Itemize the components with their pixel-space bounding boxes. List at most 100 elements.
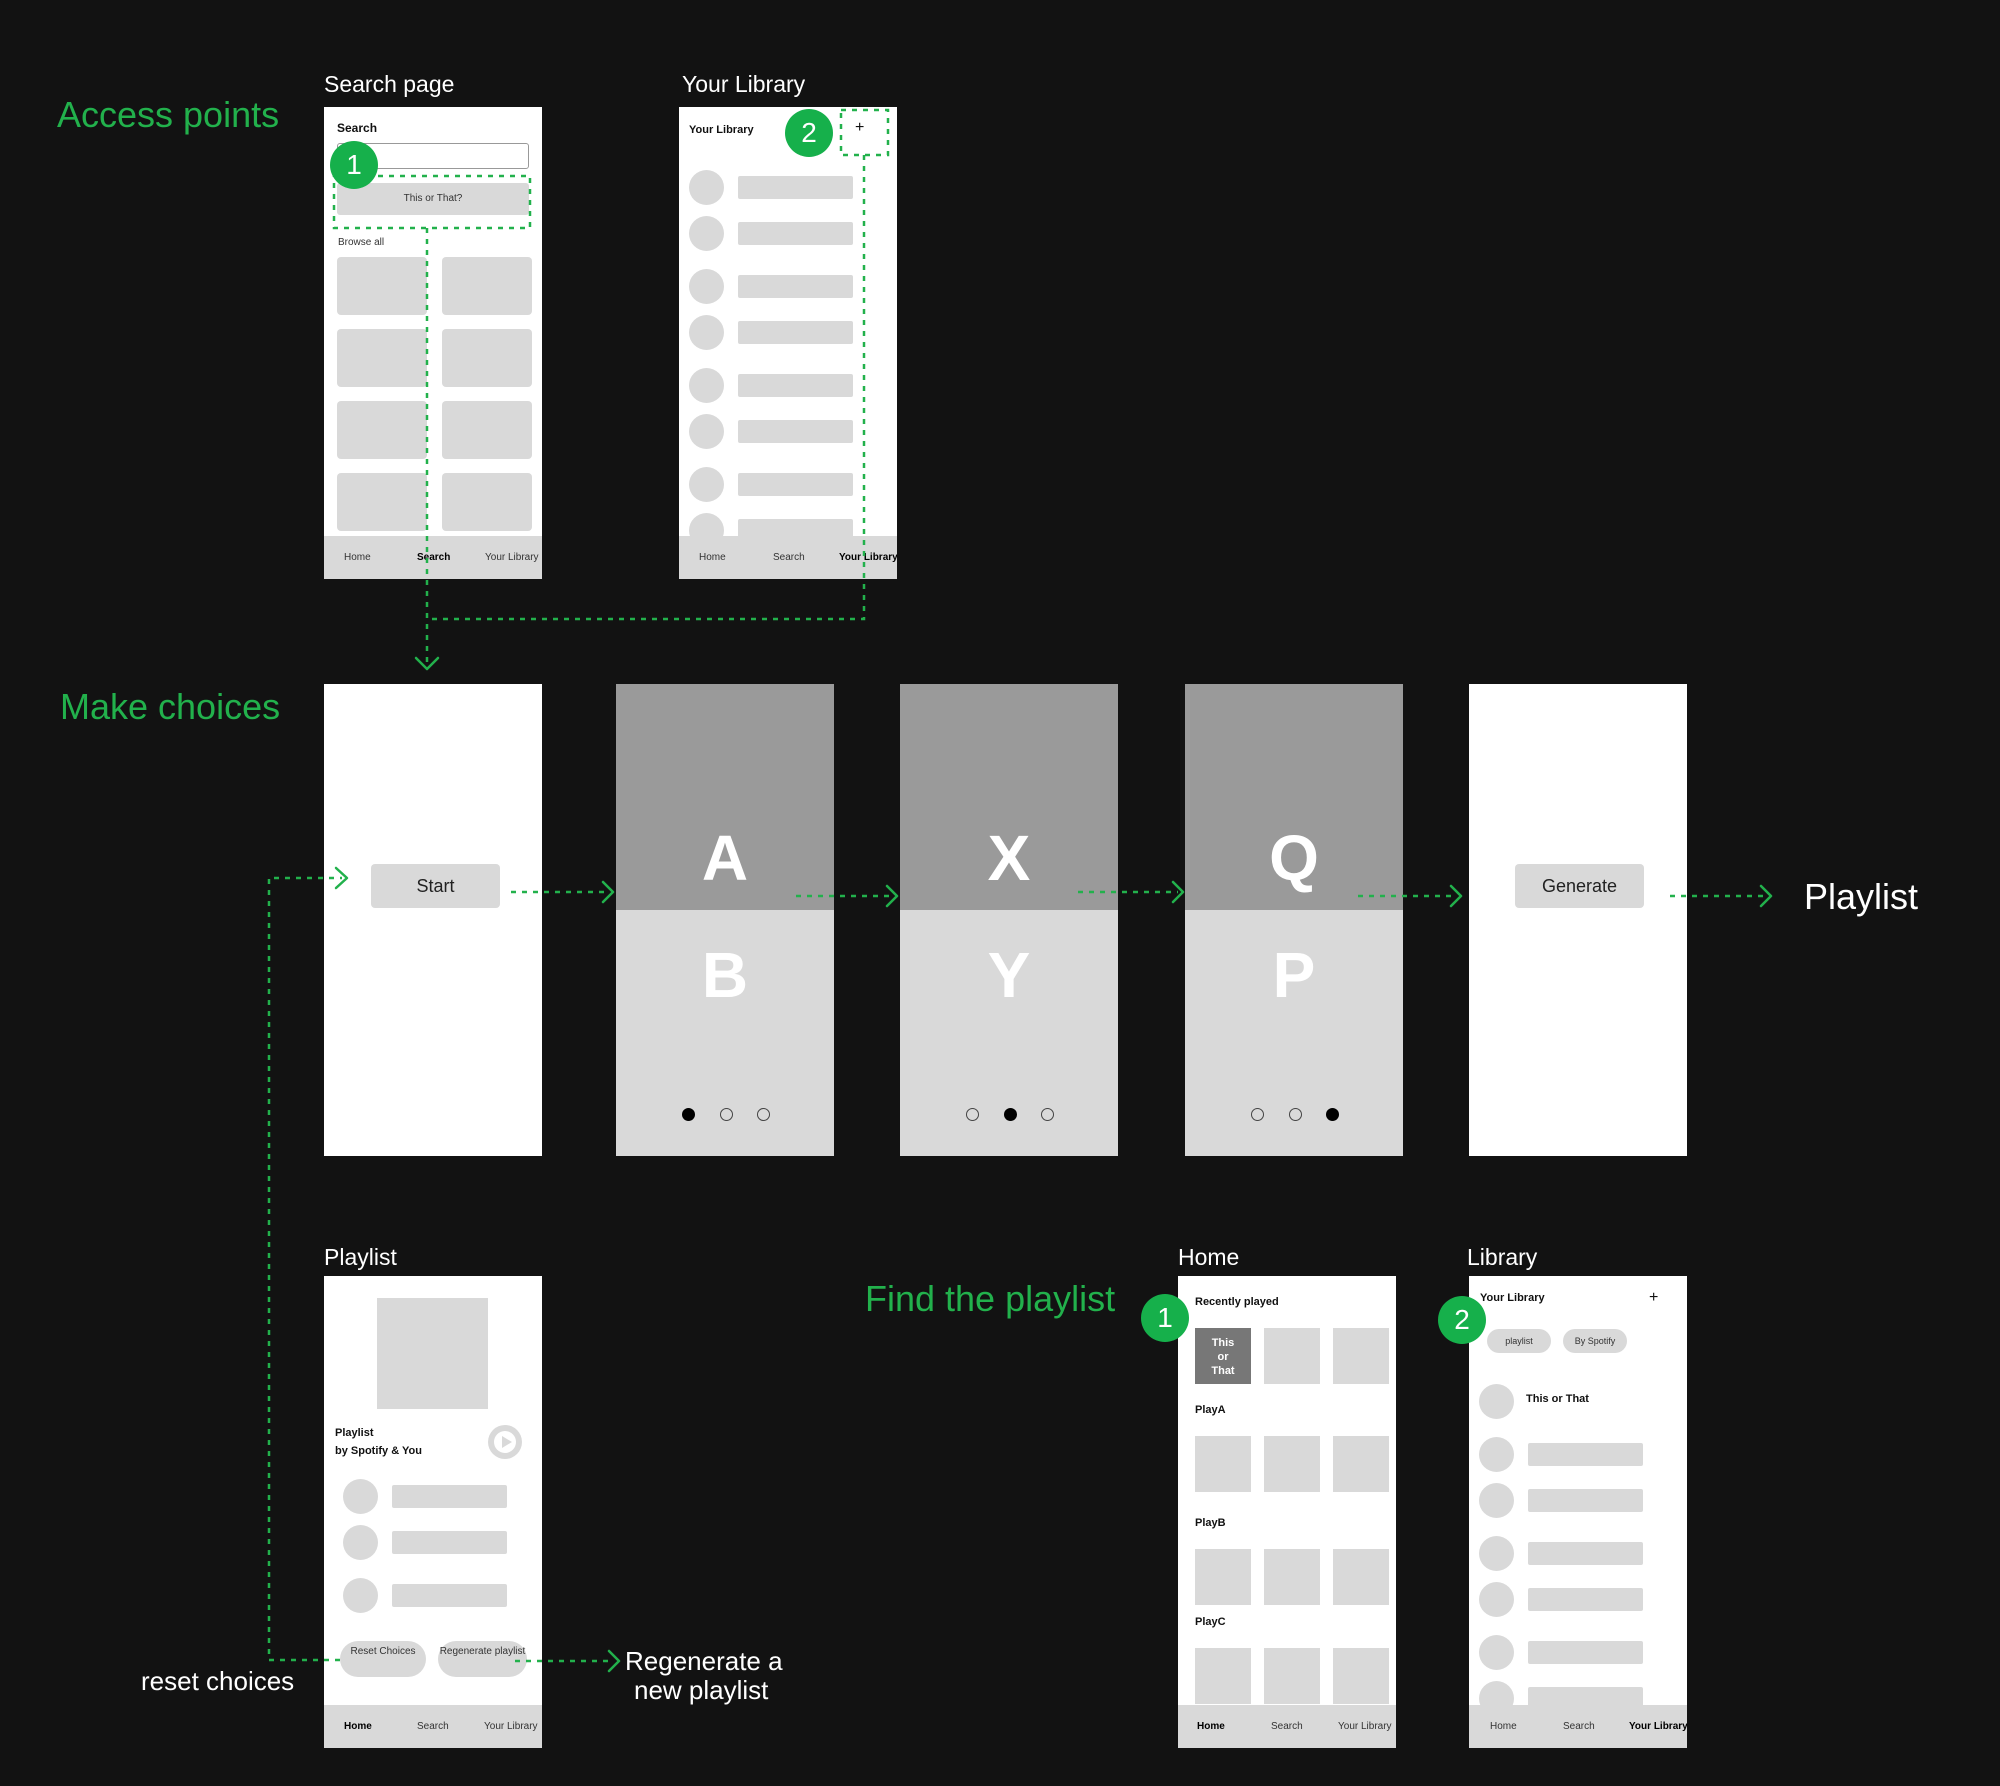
progress-dot xyxy=(966,1108,979,1121)
reset-choices-button[interactable]: Reset Choices xyxy=(340,1641,426,1677)
play-b-tile[interactable] xyxy=(1195,1549,1251,1605)
section-title-make-choices: Make choices xyxy=(60,686,281,727)
find-playlist-badge-1: 1 xyxy=(1141,1294,1189,1342)
track-avatar xyxy=(343,1525,378,1560)
library-screen: Your Library + playlist By Spotify This … xyxy=(1469,1276,1687,1748)
nav-search[interactable]: Search xyxy=(1563,1721,1595,1732)
nav-home[interactable]: Home xyxy=(1490,1721,1517,1732)
track-item xyxy=(392,1584,507,1607)
browse-tile[interactable] xyxy=(337,329,427,387)
browse-tile[interactable] xyxy=(442,401,532,459)
list-avatar xyxy=(689,216,724,251)
play-c-tile[interactable] xyxy=(1333,1648,1389,1704)
play-a-tile[interactable] xyxy=(1333,1436,1389,1492)
nav-home[interactable]: Home xyxy=(344,1721,372,1732)
nav-your-library[interactable]: Your Library xyxy=(1629,1721,1687,1732)
progress-dot xyxy=(757,1108,770,1121)
nav-home[interactable]: Home xyxy=(344,552,371,563)
browse-tile[interactable] xyxy=(337,257,427,315)
progress-dot xyxy=(1251,1108,1264,1121)
regenerate-playlist-button[interactable]: Regenerate playlist xyxy=(438,1641,527,1677)
access-point-badge-1: 1 xyxy=(330,141,378,189)
choice-screen-3: Q P xyxy=(1185,684,1403,1156)
browse-tile[interactable] xyxy=(442,473,532,531)
bottom-nav: Home Search Your Library xyxy=(1178,1705,1396,1748)
nav-your-library[interactable]: Your Library xyxy=(839,552,897,563)
nav-search[interactable]: Search xyxy=(1271,1721,1303,1732)
nav-your-library[interactable]: Your Library xyxy=(484,1721,538,1732)
list-item xyxy=(738,473,853,496)
playlist-cover xyxy=(377,1298,488,1409)
list-avatar xyxy=(689,315,724,350)
arrowhead-q xyxy=(1171,880,1185,904)
progress-dot-active xyxy=(1326,1108,1339,1121)
choice-screen-1: A B xyxy=(616,684,834,1156)
list-avatar xyxy=(1479,1437,1514,1472)
list-avatar xyxy=(689,170,724,205)
recent-tile[interactable] xyxy=(1264,1328,1320,1384)
home-screen: Recently played This or That PlayA PlayB… xyxy=(1178,1276,1396,1748)
this-or-that-item[interactable]: This or That xyxy=(1526,1393,1589,1405)
add-plus-icon[interactable]: + xyxy=(855,119,864,137)
filter-chip-by-spotify[interactable]: By Spotify xyxy=(1563,1329,1627,1353)
nav-your-library[interactable]: Your Library xyxy=(1338,1721,1392,1732)
start-button[interactable]: Start xyxy=(371,864,500,908)
list-avatar xyxy=(1479,1384,1514,1419)
list-avatar xyxy=(689,467,724,502)
choice-top-letter: Q xyxy=(1269,822,1319,894)
play-b-tile[interactable] xyxy=(1264,1549,1320,1605)
bottom-nav: Home Search Your Library xyxy=(679,536,897,579)
nav-search[interactable]: Search xyxy=(417,552,450,563)
nav-search[interactable]: Search xyxy=(773,552,805,563)
progress-dot-active xyxy=(682,1108,695,1121)
play-c-tile[interactable] xyxy=(1195,1648,1251,1704)
section-title-find-playlist: Find the playlist xyxy=(865,1278,1116,1319)
regenerate-note-line1: Regenerate a xyxy=(625,1646,783,1676)
label-search-page: Search page xyxy=(324,71,455,97)
play-a-tile[interactable] xyxy=(1264,1436,1320,1492)
list-item xyxy=(738,420,853,443)
add-plus-icon[interactable]: + xyxy=(1649,1289,1658,1307)
browse-tile[interactable] xyxy=(337,473,427,531)
generate-screen: Generate xyxy=(1469,684,1687,1156)
this-or-that-tile[interactable]: This or That xyxy=(1195,1328,1251,1384)
play-a-tile[interactable] xyxy=(1195,1436,1251,1492)
bottom-nav: Home Search Your Library xyxy=(324,536,542,579)
browse-tile[interactable] xyxy=(337,401,427,459)
track-item xyxy=(392,1531,507,1554)
nav-home[interactable]: Home xyxy=(1197,1721,1225,1732)
your-library-screen: Your Library + Home Search Your Library xyxy=(679,107,897,579)
bottom-nav: Home Search Your Library xyxy=(1469,1705,1687,1748)
this-or-that-button[interactable]: This or That? xyxy=(337,183,529,215)
label-playlist: Playlist xyxy=(324,1244,397,1270)
library-title: Your Library xyxy=(689,124,754,136)
play-button[interactable] xyxy=(488,1425,522,1459)
list-item xyxy=(1528,1588,1643,1611)
list-avatar xyxy=(689,269,724,304)
play-b-tile[interactable] xyxy=(1333,1549,1389,1605)
arrowhead-down xyxy=(414,656,440,671)
generate-button[interactable]: Generate xyxy=(1515,864,1644,908)
browse-tile[interactable] xyxy=(442,329,532,387)
list-item xyxy=(738,176,853,199)
list-avatar xyxy=(689,414,724,449)
arrowhead-generate xyxy=(1449,884,1463,908)
nav-your-library[interactable]: Your Library xyxy=(485,552,539,563)
browse-tile[interactable] xyxy=(442,257,532,315)
list-avatar xyxy=(1479,1536,1514,1571)
play-a-title: PlayA xyxy=(1195,1404,1226,1416)
find-playlist-badge-2: 2 xyxy=(1438,1296,1486,1344)
recent-tile[interactable] xyxy=(1333,1328,1389,1384)
regenerate-note-line2: new playlist xyxy=(634,1675,769,1705)
list-item xyxy=(1528,1542,1643,1565)
play-c-tile[interactable] xyxy=(1264,1648,1320,1704)
choice-screen-2: X Y xyxy=(900,684,1118,1156)
track-avatar xyxy=(343,1578,378,1613)
list-item xyxy=(738,374,853,397)
nav-search[interactable]: Search xyxy=(417,1721,449,1732)
reset-choices-note: reset choices xyxy=(141,1666,295,1696)
filter-chip-playlist[interactable]: playlist xyxy=(1487,1329,1551,1353)
list-avatar xyxy=(1479,1483,1514,1518)
list-item xyxy=(738,222,853,245)
nav-home[interactable]: Home xyxy=(699,552,726,563)
